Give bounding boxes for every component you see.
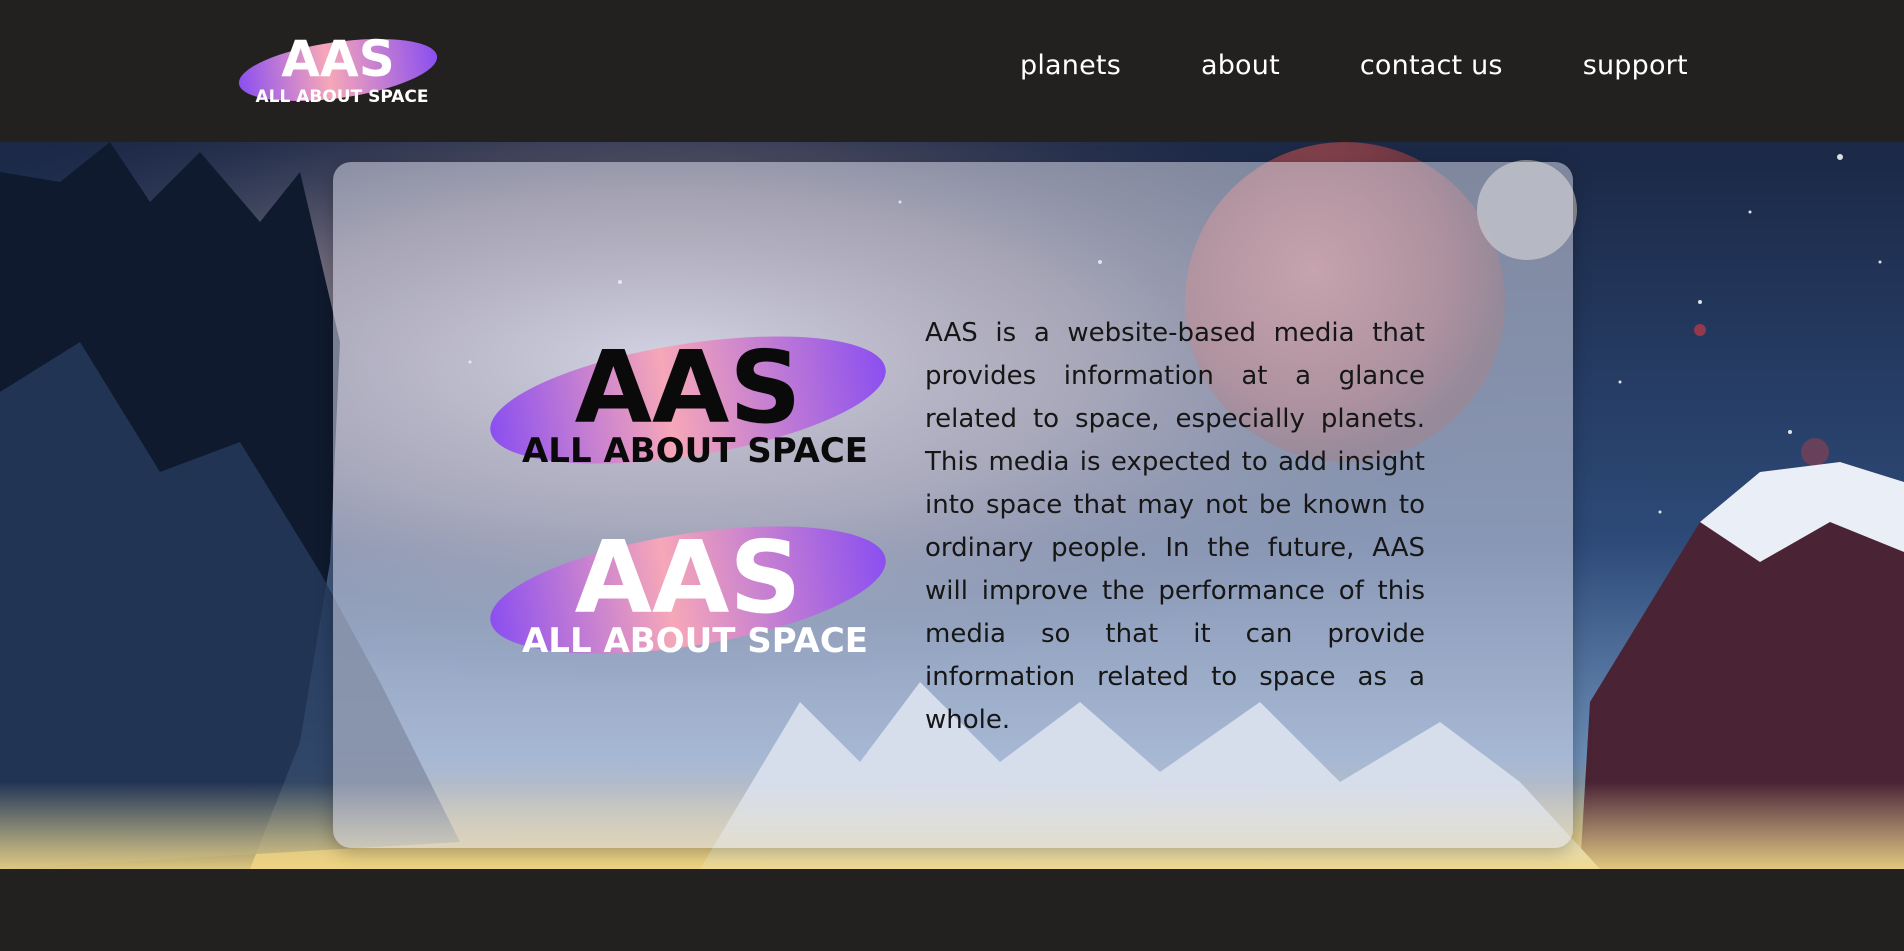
nav-link-support[interactable]: support (1583, 50, 1688, 81)
nav-links: planets about contact us support (1020, 50, 1688, 81)
aas-logo-light-variant: AAS ALL ABOUT SPACE (490, 519, 886, 661)
aas-logo[interactable]: AAS ALL ABOUT SPACE (236, 30, 441, 110)
nav-link-contact-us[interactable]: contact us (1360, 50, 1503, 81)
hero-section: AAS ALL ABOUT SPACE AAS ALL ABOUT SPACE … (0, 142, 1904, 869)
nav-link-planets[interactable]: planets (1020, 50, 1121, 81)
svg-text:AAS: AAS (575, 519, 802, 636)
svg-text:ALL ABOUT SPACE: ALL ABOUT SPACE (255, 87, 428, 107)
svg-text:AAS: AAS (281, 30, 394, 88)
aas-logo-dark-variant: AAS ALL ABOUT SPACE (490, 329, 886, 471)
about-description: AAS is a website-based media that provid… (925, 318, 1425, 735)
svg-text:AAS: AAS (575, 329, 802, 446)
svg-text:ALL ABOUT SPACE: ALL ABOUT SPACE (522, 431, 868, 471)
about-card: AAS ALL ABOUT SPACE AAS ALL ABOUT SPACE … (333, 162, 1573, 848)
svg-text:ALL ABOUT SPACE: ALL ABOUT SPACE (522, 621, 868, 661)
top-navbar: AAS ALL ABOUT SPACE planets about contac… (0, 0, 1904, 142)
page-footer (0, 869, 1904, 951)
nav-link-about[interactable]: about (1201, 50, 1280, 81)
